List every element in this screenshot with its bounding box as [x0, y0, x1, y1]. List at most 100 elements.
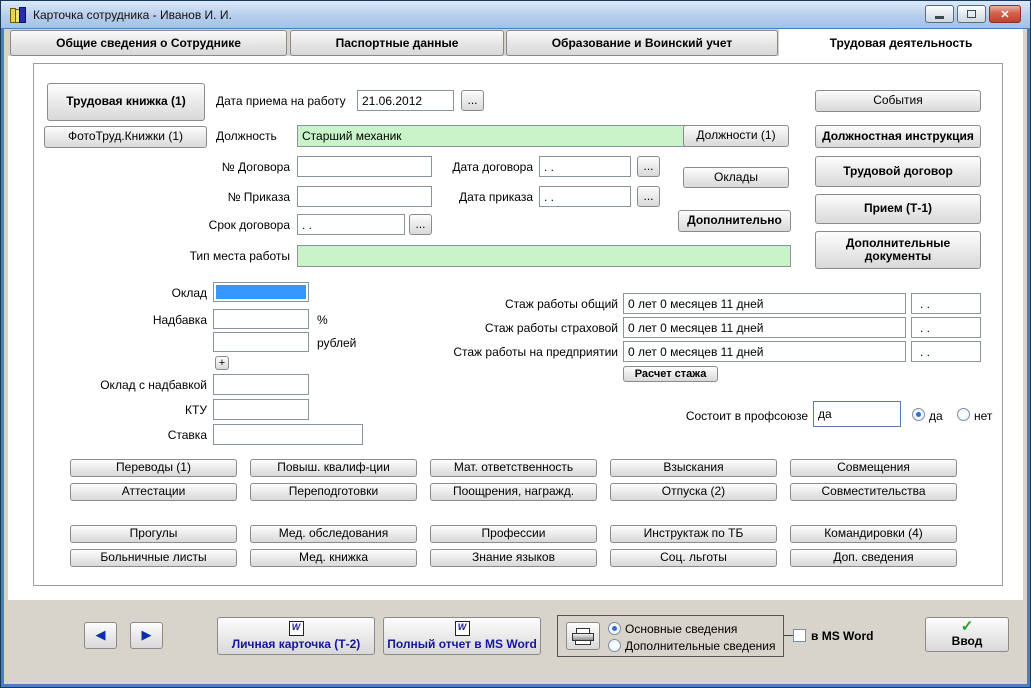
next-button[interactable]: ▶: [130, 622, 163, 649]
rewards-button[interactable]: Поощрения, награжд.: [430, 483, 597, 501]
liability-button[interactable]: Мат. ответственность: [430, 459, 597, 477]
vacations-button[interactable]: Отпуска (2): [610, 483, 777, 501]
experience-total-date-input[interactable]: . .: [911, 293, 981, 314]
check-icon: ✓: [961, 620, 974, 633]
business-trips-button[interactable]: Командировки (4): [790, 525, 957, 543]
rubles-suffix: рублей: [317, 336, 356, 350]
union-input[interactable]: да: [813, 401, 901, 427]
combinations-button[interactable]: Совмещения: [790, 459, 957, 477]
bonus-rubles-input[interactable]: [213, 332, 309, 352]
salary-with-bonus-input[interactable]: [213, 374, 309, 395]
events-button[interactable]: События: [815, 90, 981, 112]
close-button[interactable]: ✕: [989, 5, 1021, 23]
percent-suffix: %: [317, 313, 328, 327]
salaries-button[interactable]: Оклады: [683, 167, 789, 188]
bonus-label: Надбавка: [107, 313, 207, 327]
union-label: Состоит в профсоюзе: [654, 409, 808, 423]
salary-label: Оклад: [107, 286, 207, 300]
experience-total-label: Стаж работы общий: [408, 297, 618, 311]
full-report-button[interactable]: W Полный отчет в MS Word: [383, 617, 541, 655]
tab-education[interactable]: Образование и Воинский учет: [506, 30, 778, 56]
enter-label: Ввод: [952, 635, 983, 648]
minimize-icon: [935, 16, 944, 19]
contract-date-input[interactable]: . .: [539, 156, 631, 177]
maximize-button[interactable]: [957, 5, 986, 23]
rate-input[interactable]: [213, 424, 363, 445]
union-yes-label: да: [929, 409, 943, 423]
experience-total-input[interactable]: 0 лет 0 месяцев 11 дней: [623, 293, 906, 314]
order-date-browse-button[interactable]: ...: [637, 186, 660, 207]
word-checkbox-label: в MS Word: [811, 629, 873, 643]
additional-button[interactable]: Дополнительно: [678, 210, 791, 232]
med-book-button[interactable]: Мед. книжка: [250, 549, 417, 567]
safety-training-button[interactable]: Инструктаж по ТБ: [610, 525, 777, 543]
contract-term-browse-button[interactable]: ...: [409, 214, 432, 235]
experience-insurance-date-input[interactable]: . .: [911, 317, 981, 338]
print-option-main-radio[interactable]: [608, 622, 621, 635]
position-label: Должность: [216, 129, 277, 143]
union-no-radio[interactable]: [957, 408, 970, 421]
connector-line: [784, 635, 793, 636]
labor-contract-button[interactable]: Трудовой договор: [815, 156, 981, 187]
professions-button[interactable]: Профессии: [430, 525, 597, 543]
secondary-jobs-button[interactable]: Совместительства: [790, 483, 957, 501]
experience-insurance-input[interactable]: 0 лет 0 месяцев 11 дней: [623, 317, 906, 338]
salary-input[interactable]: [213, 282, 309, 302]
union-no-label: нет: [974, 409, 992, 423]
workplace-type-input[interactable]: [297, 245, 791, 267]
calc-experience-button[interactable]: Расчет стажа: [623, 366, 718, 382]
salary-with-bonus-label: Оклад с надбавкой: [67, 378, 207, 392]
extra-documents-button[interactable]: Дополнительные документы: [815, 231, 981, 269]
attestations-button[interactable]: Аттестации: [70, 483, 237, 501]
tab-general[interactable]: Общие сведения о Сотруднике: [10, 30, 287, 56]
hiring-button[interactable]: Прием (Т-1): [815, 194, 981, 224]
qualification-button[interactable]: Повыш. квалиф-ции: [250, 459, 417, 477]
position-input[interactable]: Старший механик: [297, 125, 686, 147]
transfers-button[interactable]: Переводы (1): [70, 459, 237, 477]
ktu-input[interactable]: [213, 399, 309, 420]
positions-button[interactable]: Должности (1): [683, 125, 789, 147]
order-date-input[interactable]: . .: [539, 186, 631, 207]
maximize-icon: [967, 10, 976, 18]
contract-number-label: № Договора: [160, 160, 290, 174]
books-icon: [9, 6, 26, 23]
work-book-button[interactable]: Трудовая книжка (1): [47, 83, 205, 121]
hire-date-browse-button[interactable]: ...: [461, 90, 484, 111]
experience-company-input[interactable]: 0 лет 0 месяцев 11 дней: [623, 341, 906, 362]
print-option-extra-radio[interactable]: [608, 639, 621, 652]
word-checkbox[interactable]: [793, 629, 806, 642]
tab-labor[interactable]: Трудовая деятельность: [779, 29, 1023, 57]
med-exams-button[interactable]: Мед. обследования: [250, 525, 417, 543]
union-yes-radio[interactable]: [912, 408, 925, 421]
print-button[interactable]: [566, 622, 600, 650]
absences-button[interactable]: Прогулы: [70, 525, 237, 543]
personal-card-button[interactable]: W Личная карточка (Т-2): [217, 617, 375, 655]
window-controls: ✕: [925, 5, 1021, 23]
client-area: Общие сведения о Сотруднике Паспортные д…: [4, 29, 1027, 684]
order-number-label: № Приказа: [160, 190, 290, 204]
contract-date-browse-button[interactable]: ...: [637, 156, 660, 177]
contract-term-label: Срок договора: [160, 218, 290, 232]
contract-term-input[interactable]: . .: [297, 214, 405, 235]
enter-button[interactable]: ✓ Ввод: [925, 617, 1009, 652]
languages-button[interactable]: Знание языков: [430, 549, 597, 567]
expand-plus-button[interactable]: +: [215, 356, 229, 370]
hire-date-input[interactable]: 21.06.2012: [357, 90, 454, 111]
window: Карточка сотрудника - Иванов И. И. ✕ Общ…: [0, 0, 1031, 688]
penalties-button[interactable]: Взыскания: [610, 459, 777, 477]
close-icon: ✕: [1000, 8, 1009, 21]
full-report-label: Полный отчет в MS Word: [387, 638, 537, 651]
minimize-button[interactable]: [925, 5, 954, 23]
social-benefits-button[interactable]: Соц. льготы: [610, 549, 777, 567]
workplace-type-label: Тип места работы: [160, 249, 290, 263]
extra-info-button[interactable]: Доп. сведения: [790, 549, 957, 567]
tab-passport[interactable]: Паспортные данные: [290, 30, 504, 56]
bonus-percent-input[interactable]: [213, 309, 309, 329]
sick-leaves-button[interactable]: Больничные листы: [70, 549, 237, 567]
photo-work-books-button[interactable]: ФотоТруд.Книжки (1): [44, 126, 207, 148]
retraining-button[interactable]: Переподготовки: [250, 483, 417, 501]
prev-button[interactable]: ◀: [84, 622, 117, 649]
job-description-button[interactable]: Должностная инструкция: [815, 125, 981, 148]
hire-date-label: Дата приема на работу: [216, 94, 346, 108]
experience-company-date-input[interactable]: . .: [911, 341, 981, 362]
